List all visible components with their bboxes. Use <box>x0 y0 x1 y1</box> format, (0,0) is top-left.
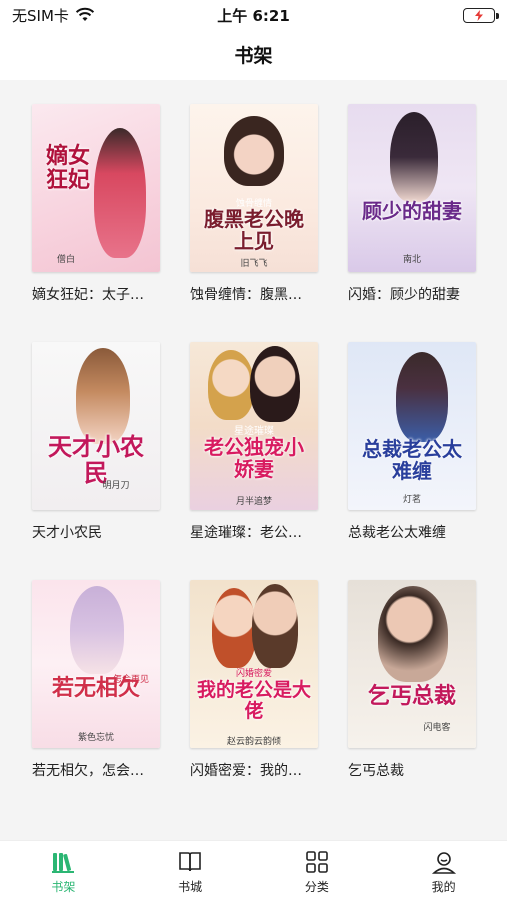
tab-label: 书架 <box>51 880 76 894</box>
tab-bookshelf[interactable]: 书架 <box>0 841 127 900</box>
cover-sub: 闪婚密爱 <box>235 669 272 679</box>
cover-author: 闪电客 <box>423 723 451 733</box>
book-cover[interactable]: 闪婚密爱 我的老公是大佬 赵云韵云韵倾 <box>190 580 318 748</box>
page-title: 书架 <box>234 44 273 67</box>
cover-author: 明月刀 <box>102 481 130 491</box>
book-item[interactable]: 嫡女狂妃 僧白 嫡女狂妃：太子… <box>32 104 160 304</box>
book-item[interactable]: 若无相欠 怎会再见 紫色忘忧 若无相欠，怎会… <box>32 580 160 780</box>
book-item[interactable]: 星途璀璨 老公独宠小娇妻 月半追梦 星途璀璨：老公… <box>190 342 318 542</box>
tab-label: 我的 <box>431 880 456 894</box>
status-bar: 无SIM卡 上午 6:21 <box>0 0 507 30</box>
charging-bolt-icon <box>475 9 483 21</box>
book-title: 闪婚密爱：我的… <box>190 763 302 779</box>
book-cover[interactable]: 星途璀璨 老公独宠小娇妻 月半追梦 <box>190 342 318 510</box>
cover-sub: 怎会再见 <box>112 675 149 685</box>
book-cover[interactable]: 乞丐总裁 闪电客 <box>348 580 476 748</box>
cover-title: 腹黑老公晚上见 <box>204 207 304 253</box>
cover-author: 僧白 <box>56 255 75 265</box>
cover-title: 顾少的甜妻 <box>362 199 462 223</box>
book-title: 天才小农民 <box>32 525 102 541</box>
book-title: 若无相欠，怎会… <box>32 763 144 779</box>
cover-author: 月半追梦 <box>235 497 272 507</box>
tab-label: 分类 <box>304 880 329 894</box>
book-cover[interactable]: 若无相欠 怎会再见 紫色忘忧 <box>32 580 160 748</box>
status-time: 上午 6:21 <box>217 6 290 25</box>
tab-bar: 书架 书城 分类 我的 <box>0 840 507 900</box>
cover-title: 老公独宠小娇妻 <box>204 435 304 481</box>
cover-author: 旧飞飞 <box>240 259 268 269</box>
carrier-label: 无SIM卡 <box>12 6 69 25</box>
book-cover[interactable]: 总裁老公太难缠 灯茗 <box>348 342 476 510</box>
book-item[interactable]: 天才小农民 明月刀 天才小农民 <box>32 342 160 542</box>
cover-title: 嫡女狂妃 <box>45 143 90 194</box>
nav-bar: 书架 <box>0 30 507 78</box>
bookshelf-icon <box>52 853 75 873</box>
cover-title: 总裁老公太难缠 <box>362 437 462 483</box>
cover-author: 紫色忘忧 <box>77 733 114 743</box>
book-cover[interactable]: 天才小农民 明月刀 <box>32 342 160 510</box>
cover-title: 我的老公是大佬 <box>196 679 311 722</box>
tab-bookstore[interactable]: 书城 <box>127 841 254 900</box>
book-title: 总裁老公太难缠 <box>348 525 446 541</box>
book-title: 乞丐总裁 <box>348 763 404 779</box>
bookshelf-grid: 嫡女狂妃 僧白 嫡女狂妃：太子… 蚀骨缠情 腹黑老公晚上见 旧飞飞 蚀骨缠情：腹… <box>0 80 507 840</box>
book-cover[interactable]: 嫡女狂妃 僧白 <box>32 104 160 272</box>
book-title: 蚀骨缠情：腹黑… <box>190 287 302 303</box>
status-left: 无SIM卡 <box>12 5 95 26</box>
book-item[interactable]: 蚀骨缠情 腹黑老公晚上见 旧飞飞 蚀骨缠情：腹黑… <box>190 104 318 304</box>
wifi-icon <box>75 7 94 21</box>
book-item[interactable]: 乞丐总裁 闪电客 乞丐总裁 <box>348 580 476 780</box>
cover-title: 乞丐总裁 <box>367 683 456 709</box>
tab-profile[interactable]: 我的 <box>380 841 507 900</box>
tab-category[interactable]: 分类 <box>254 841 381 900</box>
book-item[interactable]: 总裁老公太难缠 灯茗 总裁老公太难缠 <box>348 342 476 542</box>
book-cover[interactable]: 顾少的甜妻 南北 <box>348 104 476 272</box>
user-icon <box>431 852 456 874</box>
cover-author: 南北 <box>402 255 421 265</box>
book-item[interactable]: 顾少的甜妻 南北 闪婚：顾少的甜妻 <box>348 104 476 304</box>
book-title: 嫡女狂妃：太子… <box>32 287 144 303</box>
tab-label: 书城 <box>178 880 203 894</box>
battery-icon <box>463 7 499 23</box>
grid-icon <box>306 851 328 873</box>
book-title: 闪婚：顾少的甜妻 <box>348 287 460 303</box>
cover-author: 赵云韵云韵倾 <box>226 737 281 747</box>
book-icon <box>179 852 201 872</box>
book-item[interactable]: 闪婚密爱 我的老公是大佬 赵云韵云韵倾 闪婚密爱：我的… <box>190 580 318 780</box>
book-title: 星途璀璨：老公… <box>190 525 302 541</box>
book-cover[interactable]: 蚀骨缠情 腹黑老公晚上见 旧飞飞 <box>190 104 318 272</box>
cover-author: 灯茗 <box>402 495 421 505</box>
